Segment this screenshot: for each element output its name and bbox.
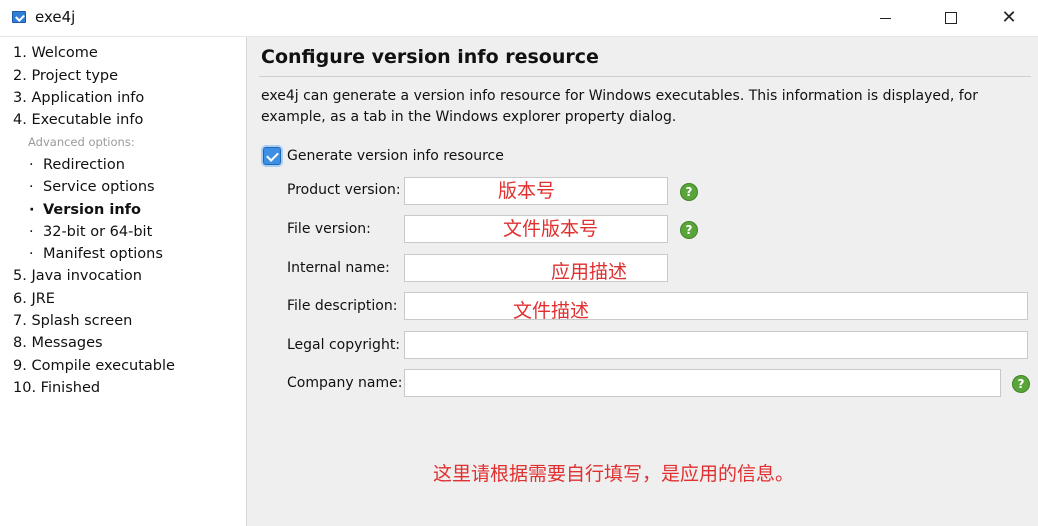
sub-step-label: Manifest options bbox=[43, 246, 163, 262]
maximize-button[interactable] bbox=[928, 0, 974, 36]
step-finished[interactable]: 10. Finished bbox=[13, 380, 100, 396]
maximize-icon bbox=[945, 12, 957, 24]
help-icon[interactable]: ? bbox=[680, 183, 698, 201]
file-version-label: File version: bbox=[287, 221, 371, 237]
legal-copyright-input[interactable] bbox=[404, 331, 1028, 359]
page-description: exe4j can generate a version info resour… bbox=[261, 88, 979, 125]
sub-step-redirection[interactable]: · Redirection bbox=[29, 157, 125, 173]
minimize-icon bbox=[879, 17, 891, 19]
advanced-options-label: Advanced options: bbox=[28, 135, 135, 149]
checkbox-label: Generate version info resource bbox=[287, 148, 504, 164]
step-compile-executable[interactable]: 9. Compile executable bbox=[13, 358, 175, 374]
step-project-type[interactable]: 2. Project type bbox=[13, 68, 118, 84]
internal-name-label: Internal name: bbox=[287, 260, 390, 276]
sub-step-version-info[interactable]: · Version info bbox=[29, 202, 141, 218]
sub-step-label: Version info bbox=[43, 202, 141, 218]
sub-step-label: 32-bit or 64-bit bbox=[43, 224, 153, 240]
file-description-input[interactable] bbox=[404, 292, 1028, 320]
annotation-product-version: 版本号 bbox=[498, 180, 556, 202]
annotation-internal-name: 应用描述 bbox=[551, 261, 628, 283]
company-name-label: Company name: bbox=[287, 375, 403, 391]
title-divider bbox=[259, 76, 1031, 77]
company-name-input[interactable] bbox=[404, 369, 1001, 397]
close-icon: ✕ bbox=[1001, 7, 1017, 28]
window-title: exe4j bbox=[35, 8, 76, 26]
sub-step-32-64-bit[interactable]: · 32-bit or 64-bit bbox=[29, 224, 152, 240]
generate-version-info-row[interactable]: Generate version info resource bbox=[263, 147, 504, 165]
bullet: · bbox=[29, 179, 34, 195]
help-icon[interactable]: ? bbox=[1012, 375, 1030, 393]
step-welcome[interactable]: 1. Welcome bbox=[13, 45, 98, 61]
step-java-invocation[interactable]: 5. Java invocation bbox=[13, 268, 142, 284]
step-messages[interactable]: 8. Messages bbox=[13, 335, 103, 351]
sub-step-label: Service options bbox=[43, 179, 155, 195]
page-title: Configure version info resource bbox=[261, 46, 599, 68]
step-application-info[interactable]: 3. Application info bbox=[13, 90, 144, 106]
file-description-label: File description: bbox=[287, 298, 398, 314]
step-splash-screen[interactable]: 7. Splash screen bbox=[13, 313, 132, 329]
help-icon[interactable]: ? bbox=[680, 221, 698, 239]
internal-name-input[interactable] bbox=[404, 254, 668, 282]
bullet: · bbox=[29, 224, 34, 240]
annotation-file-description: 文件描述 bbox=[513, 300, 590, 322]
step-executable-info[interactable]: 4. Executable info bbox=[13, 112, 143, 128]
minimize-button[interactable] bbox=[862, 0, 908, 36]
sub-step-service-options[interactable]: · Service options bbox=[29, 179, 155, 195]
wizard-steps-sidebar: 1. Welcome 2. Project type 3. Applicatio… bbox=[0, 37, 247, 526]
title-bar: exe4j ✕ bbox=[0, 0, 1038, 37]
bullet: · bbox=[29, 202, 35, 218]
annotation-file-version: 文件版本号 bbox=[503, 218, 599, 240]
sub-step-label: Redirection bbox=[43, 157, 125, 173]
close-button[interactable]: ✕ bbox=[986, 0, 1032, 36]
legal-copyright-label: Legal copyright: bbox=[287, 337, 401, 353]
sub-step-manifest-options[interactable]: · Manifest options bbox=[29, 246, 163, 262]
product-version-label: Product version: bbox=[287, 182, 401, 198]
bullet: · bbox=[29, 246, 34, 262]
bullet: · bbox=[29, 157, 34, 173]
step-jre[interactable]: 6. JRE bbox=[13, 291, 55, 307]
generate-version-info-checkbox[interactable] bbox=[263, 147, 281, 165]
app-icon bbox=[12, 11, 26, 23]
main-panel: Configure version info resource exe4j ca… bbox=[247, 37, 1038, 526]
bottom-annotation-note: 这里请根据需要自行填写，是应用的信息。 bbox=[433, 463, 795, 485]
